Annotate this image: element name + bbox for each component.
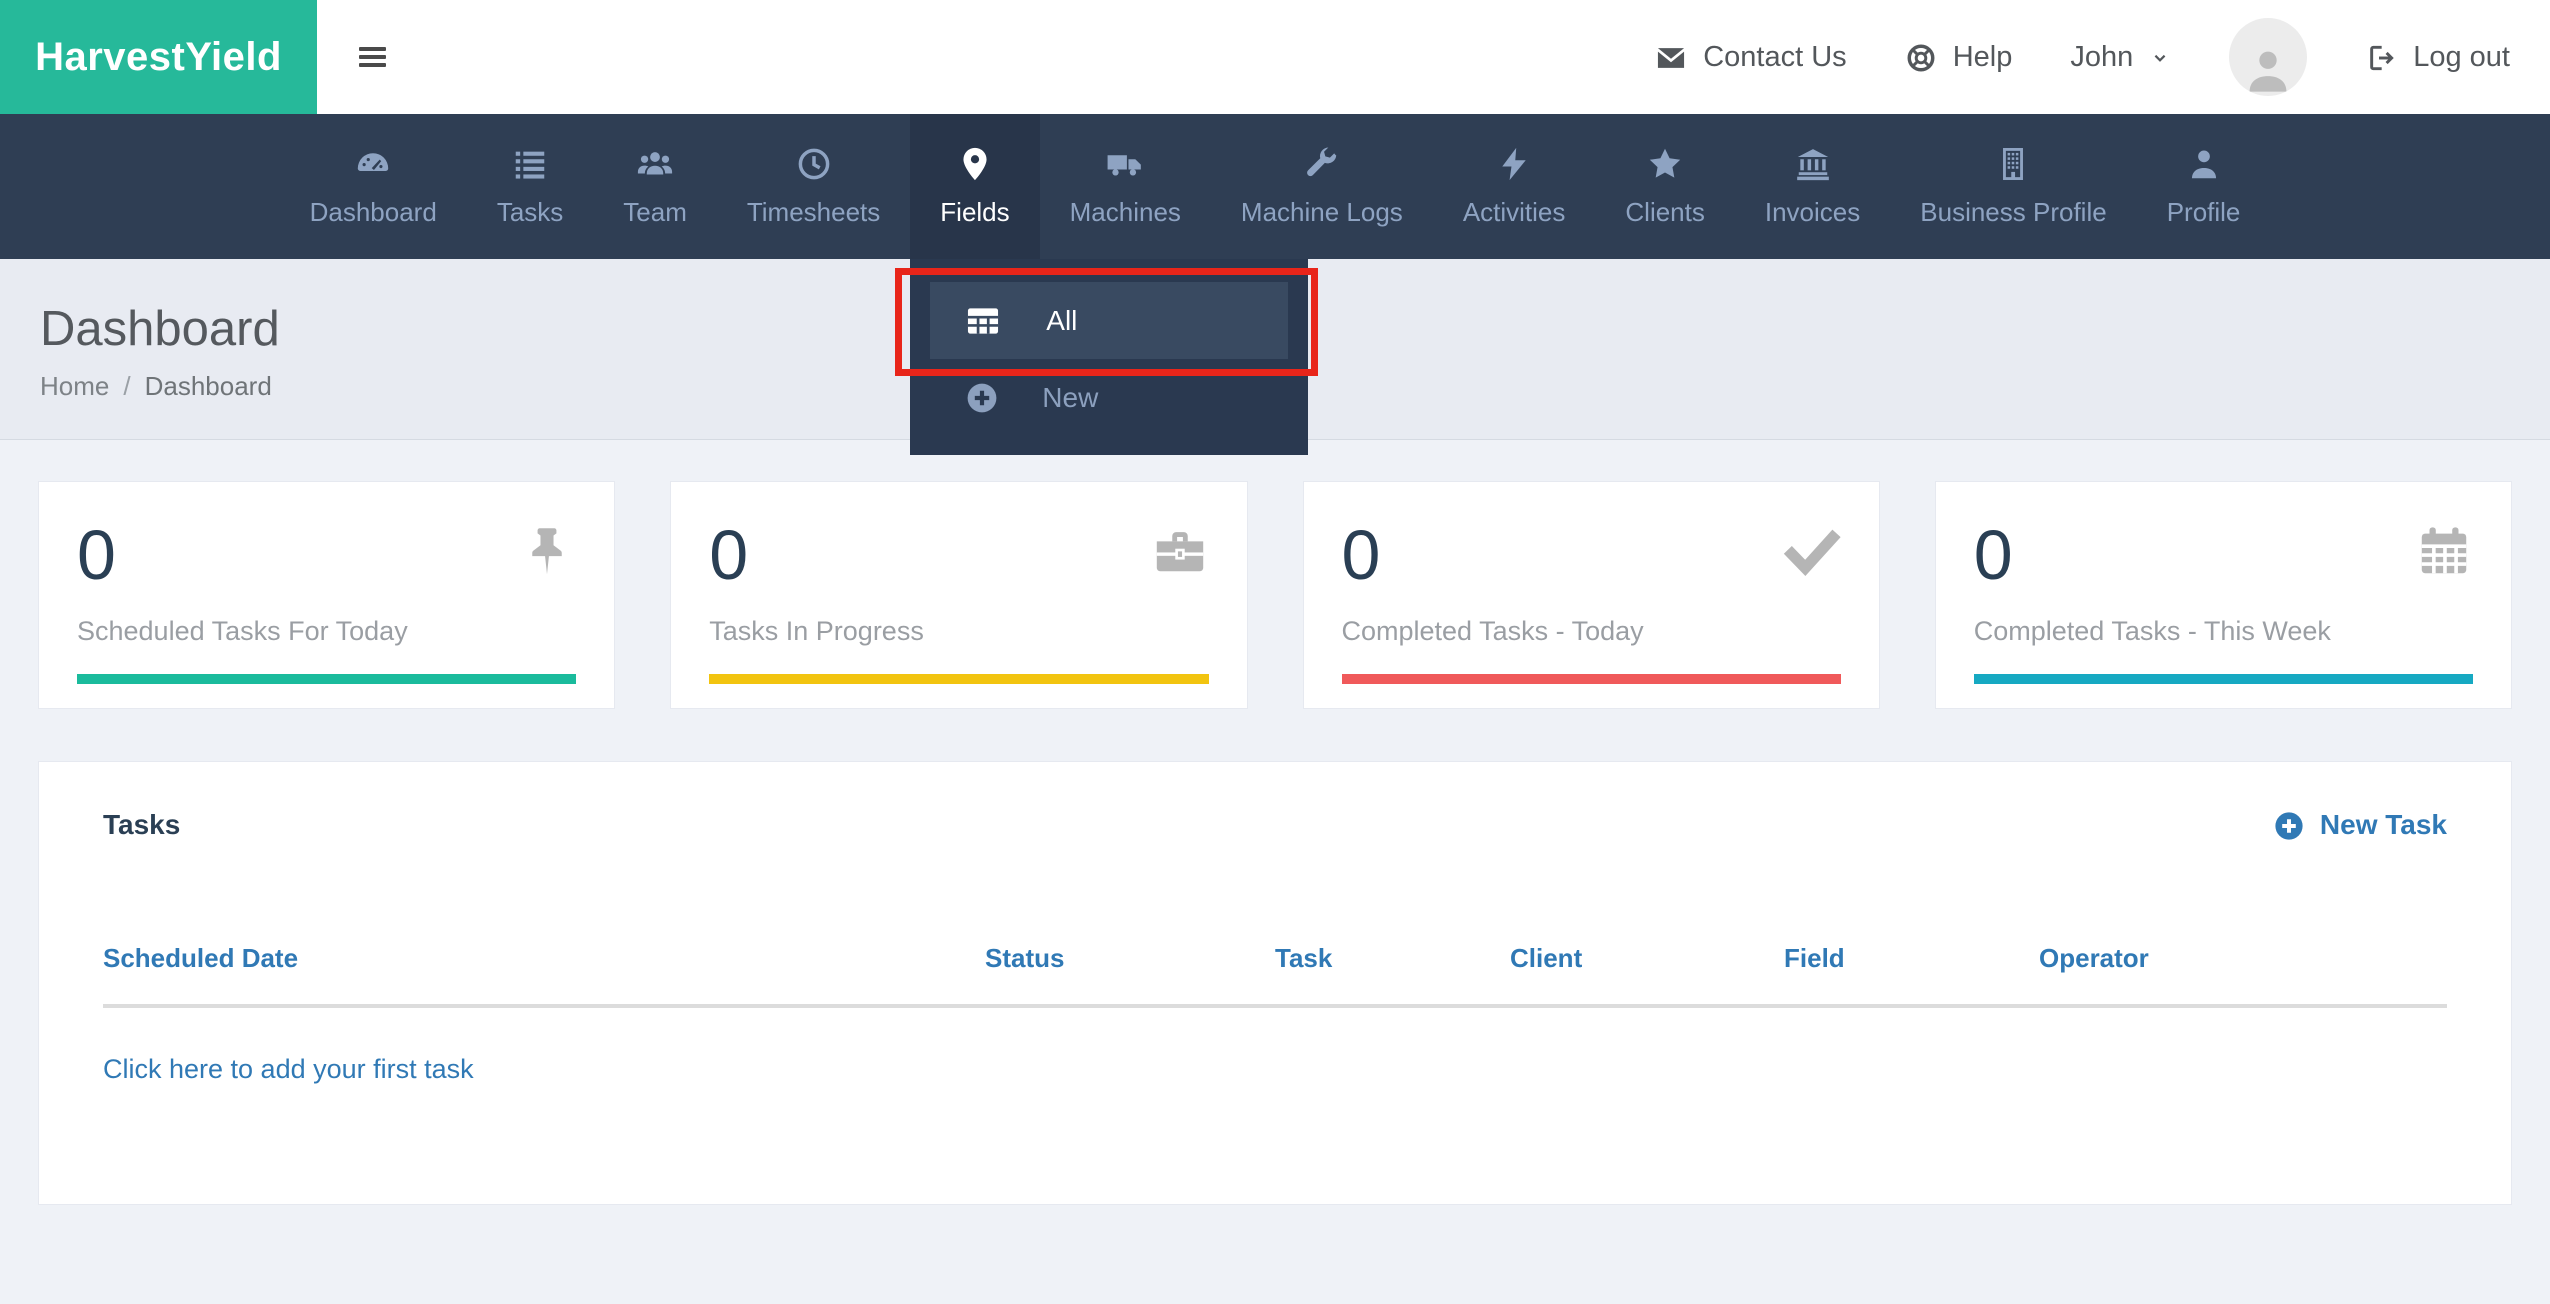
column-client: Client bbox=[1510, 942, 1583, 973]
breadcrumb-separator: / bbox=[123, 371, 131, 401]
calendar-icon bbox=[2415, 522, 2473, 580]
stat-value: 0 bbox=[1341, 516, 1381, 594]
avatar[interactable] bbox=[2229, 18, 2308, 96]
nav-item-fields[interactable]: Fields All New bbox=[895, 114, 1319, 455]
sign-out-icon bbox=[2365, 40, 2397, 73]
header-actions: Contact Us Help John Log out bbox=[1655, 0, 2550, 114]
nav-item-clients[interactable]: Clients bbox=[1595, 114, 1734, 259]
column-status: Status bbox=[985, 942, 1065, 973]
envelope-icon bbox=[1655, 40, 1687, 73]
user-menu[interactable]: John bbox=[2070, 41, 2171, 74]
breadcrumb-home[interactable]: Home bbox=[40, 371, 109, 402]
new-task-button[interactable]: New Task bbox=[2272, 808, 2447, 843]
fields-dropdown-menu: All New bbox=[910, 259, 1309, 455]
main-navbar: Dashboard Tasks Team Timesheets Fields A… bbox=[0, 114, 2550, 455]
clock-icon bbox=[795, 145, 833, 183]
nav-item-timesheets[interactable]: Timesheets bbox=[717, 114, 910, 259]
stat-accent-bar bbox=[709, 674, 1209, 684]
column-field: Field bbox=[1784, 942, 1845, 973]
tasks-panel-title: Tasks bbox=[103, 809, 181, 841]
top-header: HarvestYield Contact Us Help John Log ou… bbox=[0, 0, 2550, 114]
help-label: Help bbox=[1952, 40, 2013, 73]
contact-us-link[interactable]: Contact Us bbox=[1655, 40, 1847, 73]
stat-cards-row: 0 Scheduled Tasks For Today 0 Tasks In P… bbox=[38, 481, 2512, 709]
help-link[interactable]: Help bbox=[1905, 40, 2013, 73]
stat-accent-bar bbox=[77, 674, 577, 684]
plus-circle-icon bbox=[964, 380, 1000, 416]
bank-icon bbox=[1794, 145, 1832, 183]
nav-item-team[interactable]: Team bbox=[593, 114, 717, 259]
stat-label: Tasks In Progress bbox=[709, 616, 924, 646]
menu-item-new[interactable]: New bbox=[910, 380, 1308, 416]
menu-item-all[interactable]: All bbox=[930, 282, 1289, 359]
nav-item-profile[interactable]: Profile bbox=[2137, 114, 2271, 259]
user-icon bbox=[2185, 145, 2223, 183]
nav-item-dashboard[interactable]: Dashboard bbox=[280, 114, 467, 259]
contact-us-label: Contact Us bbox=[1703, 40, 1847, 73]
nav-item-business-profile[interactable]: Business Profile bbox=[1890, 114, 2136, 259]
tasks-panel: Tasks New Task Scheduled Date Status Tas… bbox=[38, 761, 2512, 1205]
person-icon bbox=[2249, 51, 2287, 92]
add-first-task-link[interactable]: Click here to add your first task bbox=[103, 1054, 474, 1085]
stat-card-scheduled-today: 0 Scheduled Tasks For Today bbox=[38, 481, 616, 709]
gauge-icon bbox=[354, 145, 392, 183]
list-icon bbox=[511, 145, 549, 183]
stat-card-completed-today: 0 Completed Tasks - Today bbox=[1302, 481, 1880, 709]
stat-card-in-progress: 0 Tasks In Progress bbox=[670, 481, 1248, 709]
nav-item-activities[interactable]: Activities bbox=[1433, 114, 1596, 259]
logout-label: Log out bbox=[2413, 40, 2510, 73]
building-icon bbox=[1994, 145, 2032, 183]
pin-icon bbox=[518, 522, 576, 580]
nav-item-machine-logs[interactable]: Machine Logs bbox=[1211, 114, 1433, 259]
new-task-label: New Task bbox=[2319, 809, 2447, 841]
stat-label: Completed Tasks - Today bbox=[1341, 616, 1644, 646]
stat-accent-bar bbox=[1341, 674, 1841, 684]
column-task: Task bbox=[1275, 942, 1333, 973]
brand-logo[interactable]: HarvestYield bbox=[0, 0, 317, 114]
stat-label: Completed Tasks - This Week bbox=[1973, 616, 2331, 646]
check-icon bbox=[1783, 522, 1841, 580]
bolt-icon bbox=[1495, 145, 1533, 183]
hamburger-icon bbox=[358, 43, 386, 71]
star-icon bbox=[1646, 145, 1684, 183]
user-name: John bbox=[2070, 40, 2134, 73]
breadcrumb-current: Dashboard bbox=[144, 371, 272, 401]
briefcase-icon bbox=[1151, 522, 1209, 580]
wrench-icon bbox=[1303, 145, 1341, 183]
life-ring-icon bbox=[1905, 40, 1937, 73]
users-icon bbox=[636, 145, 674, 183]
nav-item-invoices[interactable]: Invoices bbox=[1735, 114, 1890, 259]
stat-accent-bar bbox=[1973, 674, 2473, 684]
chevron-down-icon bbox=[2149, 41, 2171, 74]
tasks-panel-header: Tasks New Task bbox=[103, 808, 2447, 843]
nav-item-machines[interactable]: Machines bbox=[1040, 114, 1211, 259]
tasks-table-header: Scheduled Date Status Task Client Field … bbox=[103, 943, 2447, 1008]
sidebar-toggle-button[interactable] bbox=[317, 0, 427, 114]
stat-card-completed-week: 0 Completed Tasks - This Week bbox=[1934, 481, 2512, 709]
stat-value: 0 bbox=[1973, 516, 2013, 594]
stat-value: 0 bbox=[709, 516, 749, 594]
truck-icon bbox=[1106, 145, 1144, 183]
stat-value: 0 bbox=[77, 516, 116, 594]
column-scheduled-date: Scheduled Date bbox=[103, 942, 299, 973]
column-operator: Operator bbox=[2039, 942, 2149, 973]
logout-link[interactable]: Log out bbox=[2365, 40, 2510, 73]
table-icon bbox=[964, 302, 1002, 340]
nav-item-tasks[interactable]: Tasks bbox=[467, 114, 593, 259]
plus-circle-icon bbox=[2272, 808, 2306, 843]
map-marker-icon bbox=[956, 145, 994, 183]
stat-label: Scheduled Tasks For Today bbox=[77, 616, 408, 646]
